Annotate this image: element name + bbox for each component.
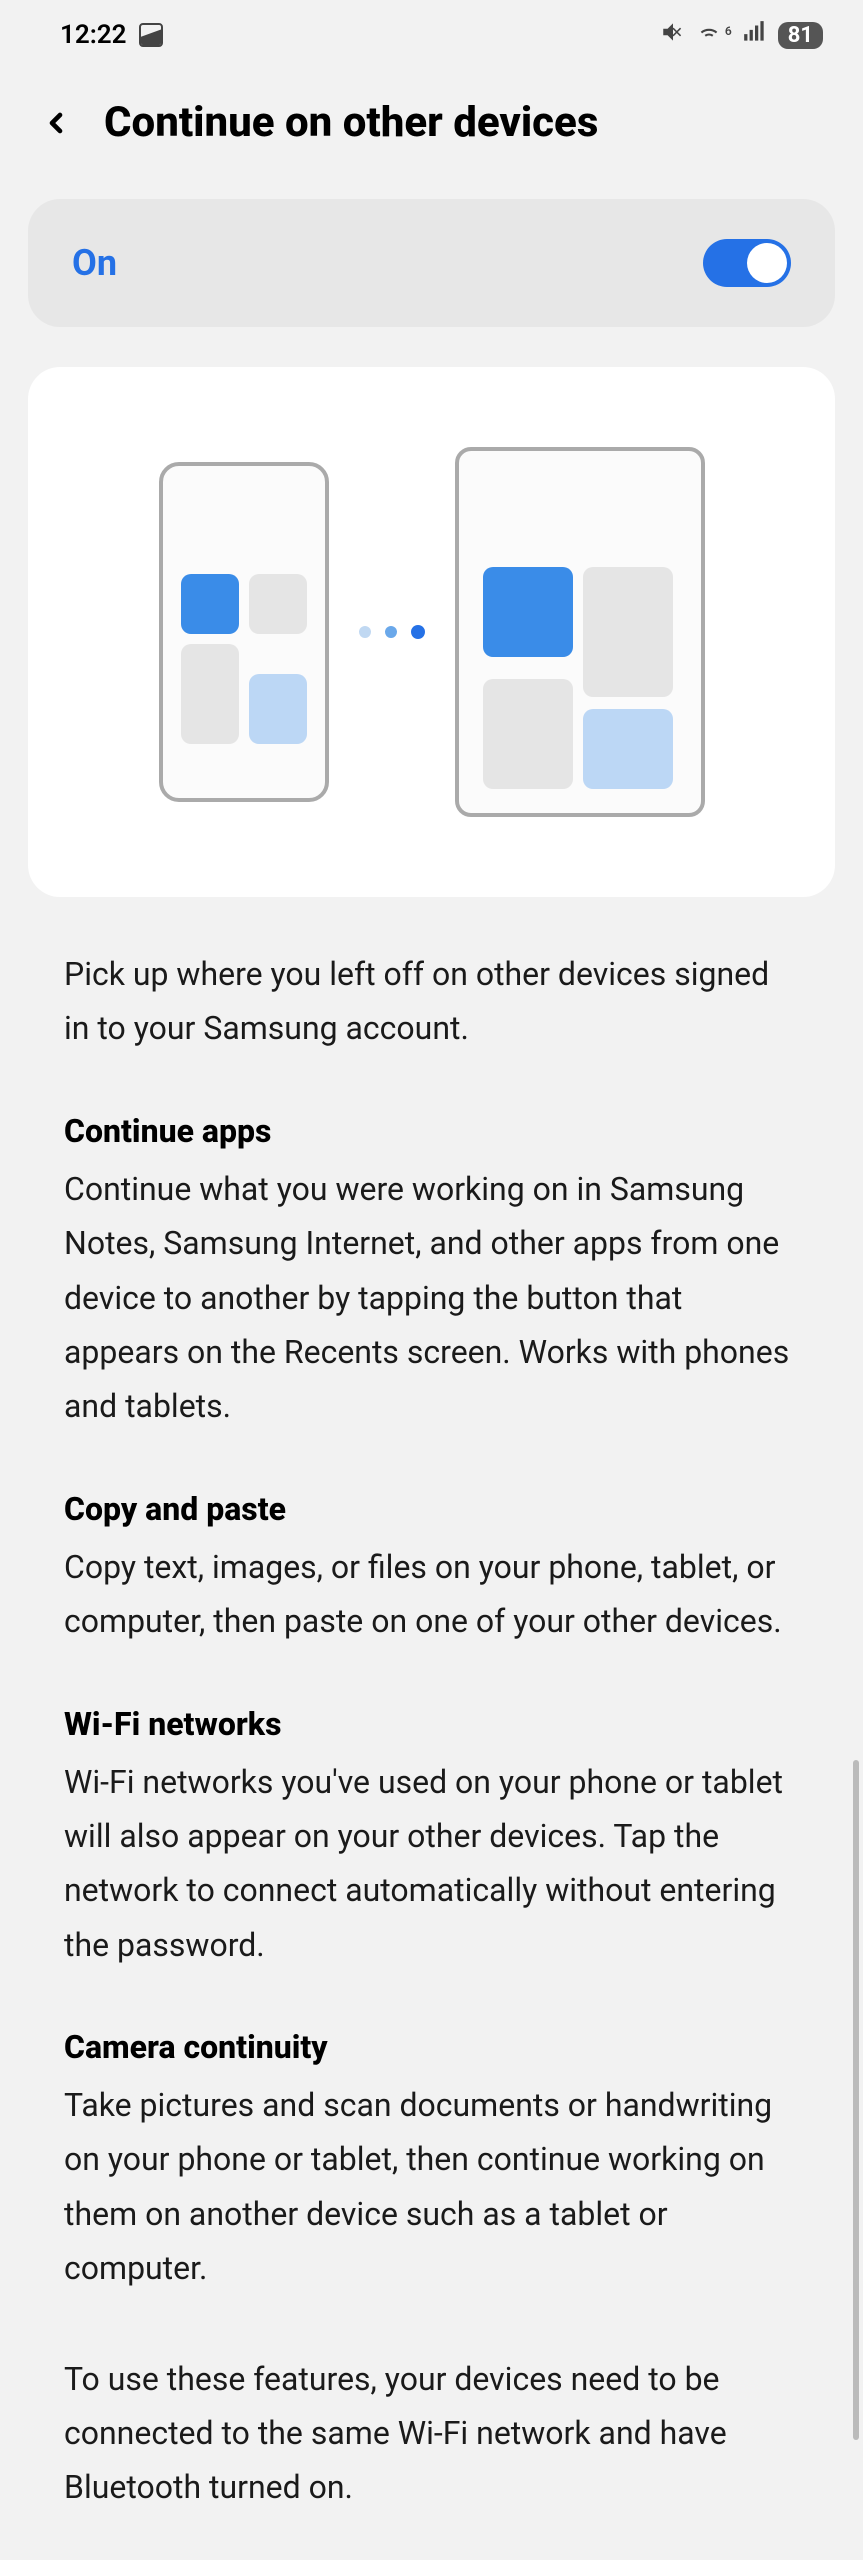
main-toggle-card[interactable]: On: [28, 199, 835, 327]
illustration-tablet: [455, 447, 705, 817]
back-button[interactable]: [36, 103, 76, 143]
signal-icon: [742, 19, 768, 52]
status-left: 12:22: [60, 20, 163, 50]
section-body: Continue what you were working on in Sam…: [64, 1162, 799, 1434]
content-area: Pick up where you left off on other devi…: [0, 947, 863, 2296]
scrollbar[interactable]: [853, 1760, 859, 2440]
status-bar: 12:22 6 81: [0, 0, 863, 70]
status-time: 12:22: [60, 20, 127, 50]
illustration-phone: [159, 462, 329, 802]
header: Continue on other devices: [0, 70, 863, 187]
section-title: Copy and paste: [64, 1490, 799, 1528]
section-body: Wi-Fi networks you've used on your phone…: [64, 1755, 799, 1973]
section-body: Take pictures and scan documents or hand…: [64, 2078, 799, 2296]
mute-icon: [660, 19, 686, 52]
section-wifi-networks: Wi-Fi networks Wi-Fi networks you've use…: [64, 1705, 799, 1973]
wifi-icon: 6: [696, 19, 731, 52]
section-camera-continuity: Camera continuity Take pictures and scan…: [64, 2028, 799, 2296]
section-body: Copy text, images, or files on your phon…: [64, 1540, 799, 1649]
section-title: Wi-Fi networks: [64, 1705, 799, 1743]
picture-icon: [139, 23, 163, 47]
intro-text: Pick up where you left off on other devi…: [64, 947, 799, 1056]
footer-text: To use these features, your devices need…: [0, 2352, 863, 2515]
illustration-dots: [359, 625, 425, 639]
page-title: Continue on other devices: [104, 98, 598, 147]
section-continue-apps: Continue apps Continue what you were wor…: [64, 1112, 799, 1434]
battery-badge: 81: [778, 22, 823, 49]
section-title: Camera continuity: [64, 2028, 799, 2066]
toggle-knob: [747, 243, 787, 283]
toggle-label: On: [72, 242, 117, 284]
status-right: 6 81: [660, 19, 823, 52]
section-title: Continue apps: [64, 1112, 799, 1150]
toggle-switch[interactable]: [703, 239, 791, 287]
section-copy-paste: Copy and paste Copy text, images, or fil…: [64, 1490, 799, 1649]
illustration-card: [28, 367, 835, 897]
